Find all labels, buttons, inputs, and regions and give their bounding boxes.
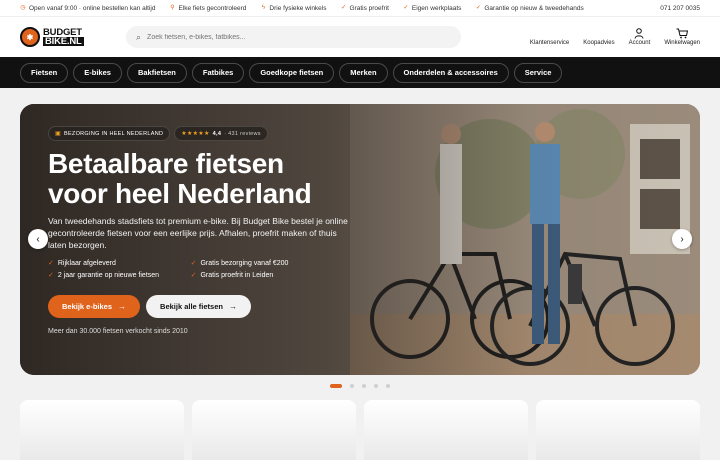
category-cards: [20, 400, 700, 460]
carousel-prev-button[interactable]: ‹: [28, 229, 48, 249]
user-icon: [634, 28, 644, 40]
star-rating-icon: ★★★★★: [181, 131, 210, 137]
arrow-right-icon: →: [118, 302, 127, 311]
check-icon: ✓: [48, 272, 54, 279]
search-bar[interactable]: ⌕: [126, 26, 461, 48]
nav-item-goedkope-fietsen[interactable]: Goedkope fietsen: [249, 62, 335, 83]
nav-item-bakfietsen[interactable]: Bakfietsen: [126, 62, 187, 83]
bolt-icon: ϟ: [261, 5, 266, 11]
category-card[interactable]: [536, 400, 700, 460]
check-circle-icon: ✓: [340, 5, 347, 11]
category-card[interactable]: [192, 400, 356, 460]
klantenservice-link[interactable]: · Klantenservice: [530, 28, 569, 46]
carousel-dot[interactable]: [330, 384, 342, 388]
search-icon: ⌕: [136, 31, 142, 42]
nav-item-e-bikes[interactable]: E-bikes: [73, 62, 122, 83]
site-header: ✱ BUDGET BIKE.NL ⌕ · Klantenservice · Ko…: [0, 17, 720, 57]
carousel-dot[interactable]: [362, 384, 366, 388]
usp-item: ⚲ Elke fiets gecontroleerd: [170, 4, 247, 12]
check-circle-icon: ✓: [475, 5, 481, 11]
koopadvies-link[interactable]: · Koopadvies: [583, 28, 614, 46]
carousel-dot[interactable]: [386, 384, 390, 388]
nav-item-onderdelen[interactable]: Onderdelen & accessoires: [392, 62, 509, 83]
usp-bar: ◷ Open vanaf 9:00 · online bestellen kan …: [0, 0, 720, 17]
benefit-item: ✓ 2 jaar garantie op nieuwe fietsen: [48, 271, 160, 280]
bike-wheel-icon: ✱: [20, 27, 40, 47]
pin-icon: ⚲: [170, 5, 175, 11]
delivery-badge: ▣ BEZORGING IN HEEL NEDERLAND: [48, 126, 171, 141]
chevron-left-icon: ‹: [36, 233, 40, 245]
usp-item: ◷ Open vanaf 9:00 · online bestellen kan …: [20, 4, 156, 12]
rating-value: 4,4: [212, 130, 222, 137]
account-link[interactable]: Account: [629, 28, 650, 46]
header-actions: · Klantenservice · Koopadvies Account Wi…: [530, 28, 700, 46]
hero-lead: Van tweedehands stadsfiets tot premium e…: [48, 216, 348, 250]
hero-content: ▣ BEZORGING IN HEEL NEDERLAND ★★★★★ 4,4 …: [48, 126, 348, 335]
check-circle-icon: ✓: [403, 5, 409, 11]
hero-section: ▣ BEZORGING IN HEEL NEDERLAND ★★★★★ 4,4 …: [0, 88, 720, 388]
nav-item-merken[interactable]: Merken: [339, 62, 388, 83]
benefit-item: ✓ Rijklaar afgeleverd: [48, 259, 116, 268]
phone-number[interactable]: 071 207 0035: [660, 5, 700, 12]
sold-count-note: Meer dan 30.000 fietsen verkocht sinds 2…: [48, 328, 188, 335]
usp-item: ✓ Garantie op nieuw & tweedehands: [475, 4, 584, 12]
benefit-item: ✓ Gratis bezorging vanaf €200: [190, 259, 289, 268]
benefit-item: ✓ Gratis proefrit in Leiden: [190, 271, 274, 280]
carousel-indicators: [0, 384, 720, 388]
truck-icon: ▣: [55, 131, 61, 137]
view-all-bikes-button[interactable]: Bekijk alle fietsen →: [146, 295, 251, 318]
clock-icon: ◷: [20, 5, 26, 11]
carousel-dot[interactable]: [374, 384, 378, 388]
main-navigation: Fietsen E-bikes Bakfietsen Fatbikes Goed…: [0, 57, 720, 88]
winkelwagen-link[interactable]: Winkelwagen: [664, 28, 700, 46]
search-input[interactable]: [147, 33, 451, 41]
usp-item: ✓ Eigen werkplaats: [403, 4, 462, 12]
category-card[interactable]: [20, 400, 184, 460]
hero-title: Betaalbare fietsen voor heel Nederland: [48, 148, 312, 209]
view-e-bikes-button[interactable]: Bekijk e-bikes →: [48, 295, 141, 318]
nav-item-service[interactable]: Service: [513, 62, 563, 83]
category-card[interactable]: [364, 400, 528, 460]
usp-item: ϟ Drie fysieke winkels: [261, 4, 327, 12]
carousel-next-button[interactable]: ›: [672, 229, 692, 249]
hero-benefits: ✓ Rijklaar afgeleverd ✓ Gratis bezorging v…: [48, 259, 308, 280]
hero-banner: ▣ BEZORGING IN HEEL NEDERLAND ★★★★★ 4,4 …: [20, 104, 700, 375]
nav-item-fatbikes[interactable]: Fatbikes: [191, 62, 245, 83]
check-icon: ✓: [190, 260, 197, 267]
chevron-right-icon: ›: [680, 233, 684, 245]
rating-count: · 431 reviews: [224, 130, 261, 137]
check-icon: ✓: [190, 272, 197, 279]
nav-item-fietsen[interactable]: Fietsen: [20, 62, 69, 83]
rating-badge[interactable]: ★★★★★ 4,4 · 431 reviews: [174, 126, 268, 141]
carousel-dot[interactable]: [350, 384, 354, 388]
site-logo[interactable]: ✱ BUDGET BIKE.NL: [20, 27, 112, 47]
cart-icon: [676, 28, 689, 40]
logo-text-line2: BIKE.NL: [43, 36, 84, 47]
check-icon: ✓: [48, 260, 54, 267]
arrow-right-icon: →: [228, 302, 237, 311]
usp-item: ✓ Gratis proefrit: [340, 4, 389, 12]
